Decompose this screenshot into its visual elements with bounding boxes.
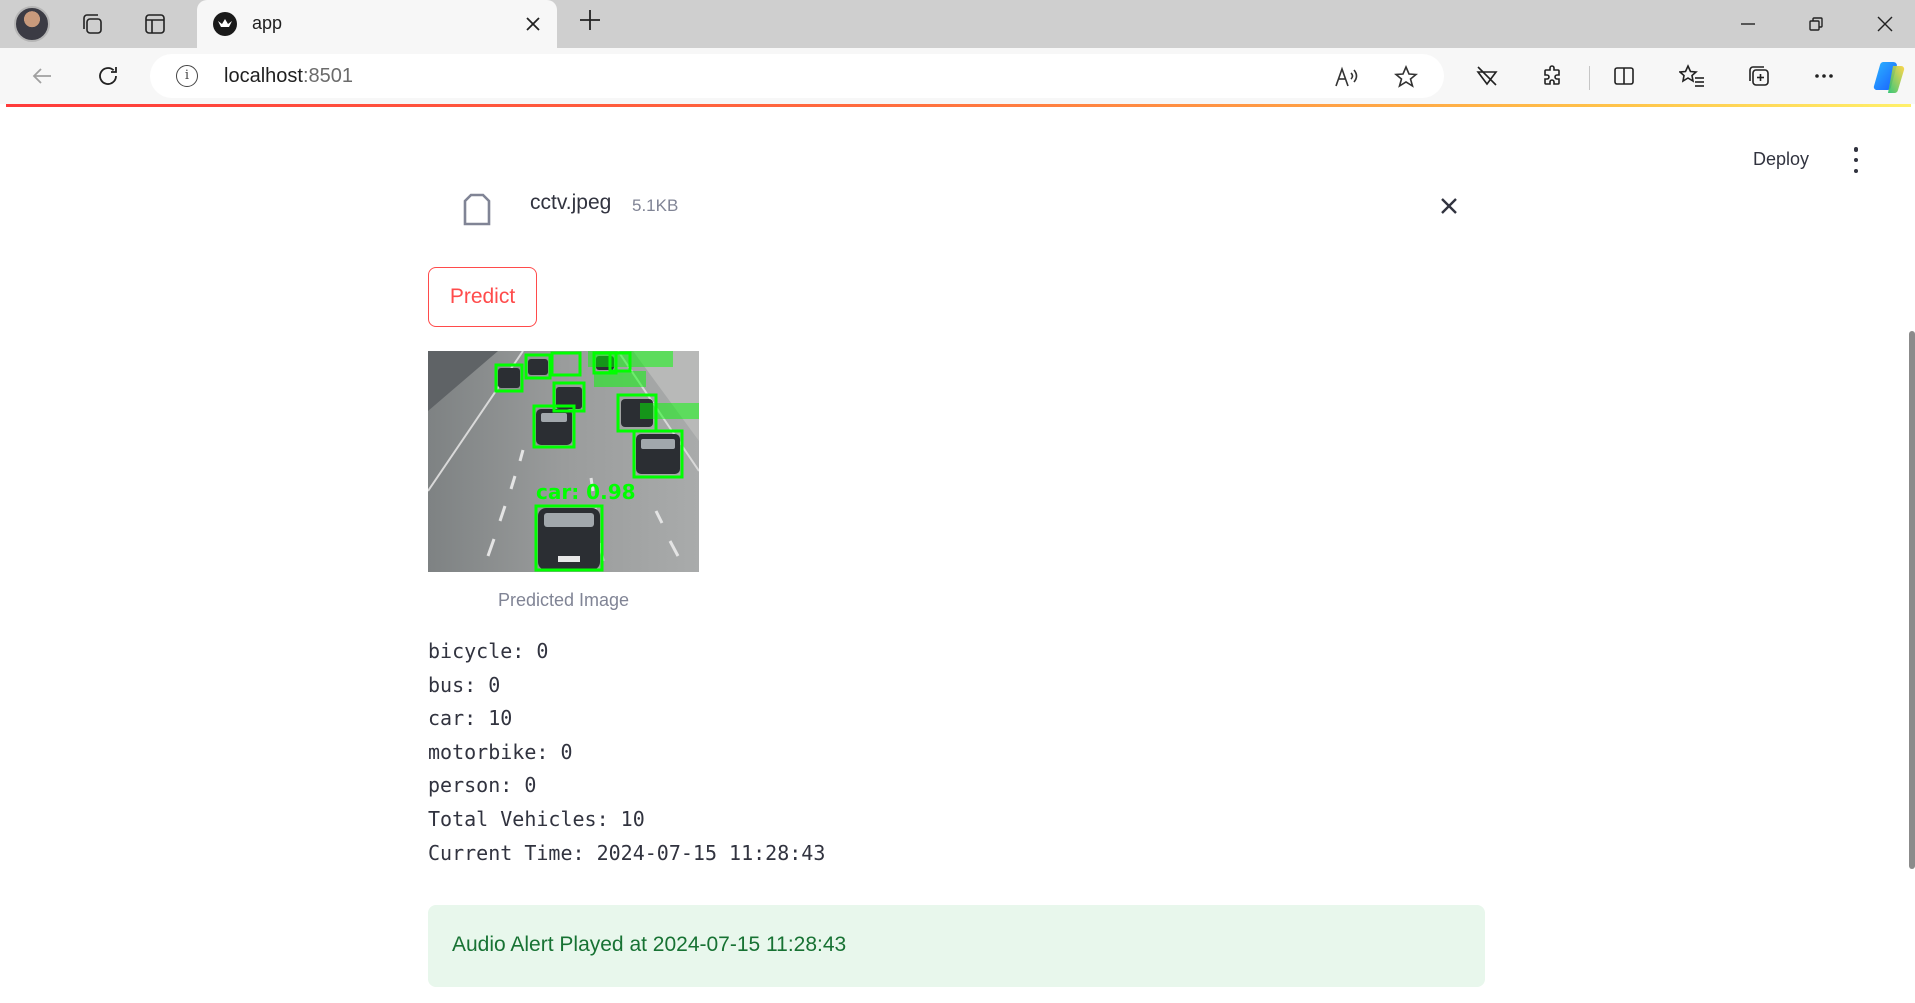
scrollbar-thumb[interactable] bbox=[1909, 331, 1915, 869]
stat-bicycle: bicycle: 0 bbox=[428, 639, 549, 663]
minimize-icon[interactable] bbox=[1723, 6, 1773, 42]
tracking-icon[interactable] bbox=[1471, 60, 1503, 92]
more-icon[interactable] bbox=[1808, 60, 1840, 92]
profile-avatar[interactable] bbox=[14, 6, 50, 42]
remove-file-icon[interactable] bbox=[1435, 192, 1463, 220]
address-url[interactable]: localhost:8501 bbox=[224, 65, 353, 88]
streamlit-app: Deploy cctv.jpeg 5.1KB Predict car: 0.98… bbox=[6, 107, 1915, 1003]
tab-actions-icon[interactable] bbox=[139, 8, 171, 40]
info-icon[interactable]: i bbox=[176, 65, 198, 87]
deploy-button[interactable]: Deploy bbox=[1753, 149, 1809, 170]
toolbar-separator bbox=[1589, 66, 1590, 90]
back-icon[interactable] bbox=[26, 60, 58, 92]
streamlit-favicon bbox=[213, 12, 237, 36]
stat-bus: bus: 0 bbox=[428, 672, 501, 697]
browser-toolbar: i localhost:8501 bbox=[0, 48, 1915, 104]
favorites-icon[interactable] bbox=[1676, 60, 1708, 92]
success-alert: Audio Alert Played at 2024-07-15 11:28:4… bbox=[428, 905, 1485, 987]
close-tab-icon[interactable] bbox=[519, 10, 547, 38]
copilot-icon[interactable] bbox=[1870, 57, 1908, 95]
read-aloud-icon[interactable] bbox=[1334, 64, 1360, 90]
split-screen-icon[interactable] bbox=[1608, 60, 1640, 92]
image-caption: Predicted Image bbox=[497, 590, 630, 610]
predict-button[interactable]: Predict bbox=[428, 267, 537, 327]
alert-text: Audio Alert Played at 2024-07-15 11:28:4… bbox=[452, 933, 847, 956]
active-tab[interactable]: app bbox=[197, 0, 557, 48]
collections-icon[interactable] bbox=[1743, 60, 1775, 92]
close-window-icon[interactable] bbox=[1860, 6, 1910, 42]
uploaded-file-name: cctv.jpeg bbox=[530, 191, 612, 214]
address-bar[interactable]: i localhost:8501 bbox=[150, 54, 1444, 98]
tab-title: app bbox=[252, 13, 283, 33]
stat-current-time: Current Time: 2024-07-15 11:28:43 bbox=[428, 840, 826, 865]
extensions-icon[interactable] bbox=[1537, 60, 1569, 92]
predicted-image: car: 0.98 bbox=[428, 351, 699, 572]
menu-kebab-icon[interactable] bbox=[1852, 147, 1860, 173]
stat-person: person: 0 bbox=[428, 773, 537, 798]
stat-motorbike: motorbike: 0 bbox=[428, 739, 573, 764]
refresh-icon[interactable] bbox=[92, 60, 124, 92]
favorite-star-icon[interactable] bbox=[1393, 64, 1419, 90]
stat-total-vehicles: Total Vehicles: 10 bbox=[428, 806, 645, 831]
detection-label: car: 0.98 bbox=[536, 480, 636, 504]
detection-stats: bicycle: 0 bus: 0 car: 10 motorbike: 0 p… bbox=[428, 635, 825, 870]
new-tab-icon[interactable] bbox=[574, 8, 606, 40]
file-icon bbox=[463, 193, 491, 227]
stat-car: car: 10 bbox=[428, 706, 513, 731]
uploaded-file-size: 5.1KB bbox=[632, 196, 679, 215]
workspaces-icon[interactable] bbox=[76, 8, 108, 40]
browser-tab-bar: app bbox=[0, 0, 1915, 48]
restore-icon[interactable] bbox=[1791, 6, 1841, 42]
